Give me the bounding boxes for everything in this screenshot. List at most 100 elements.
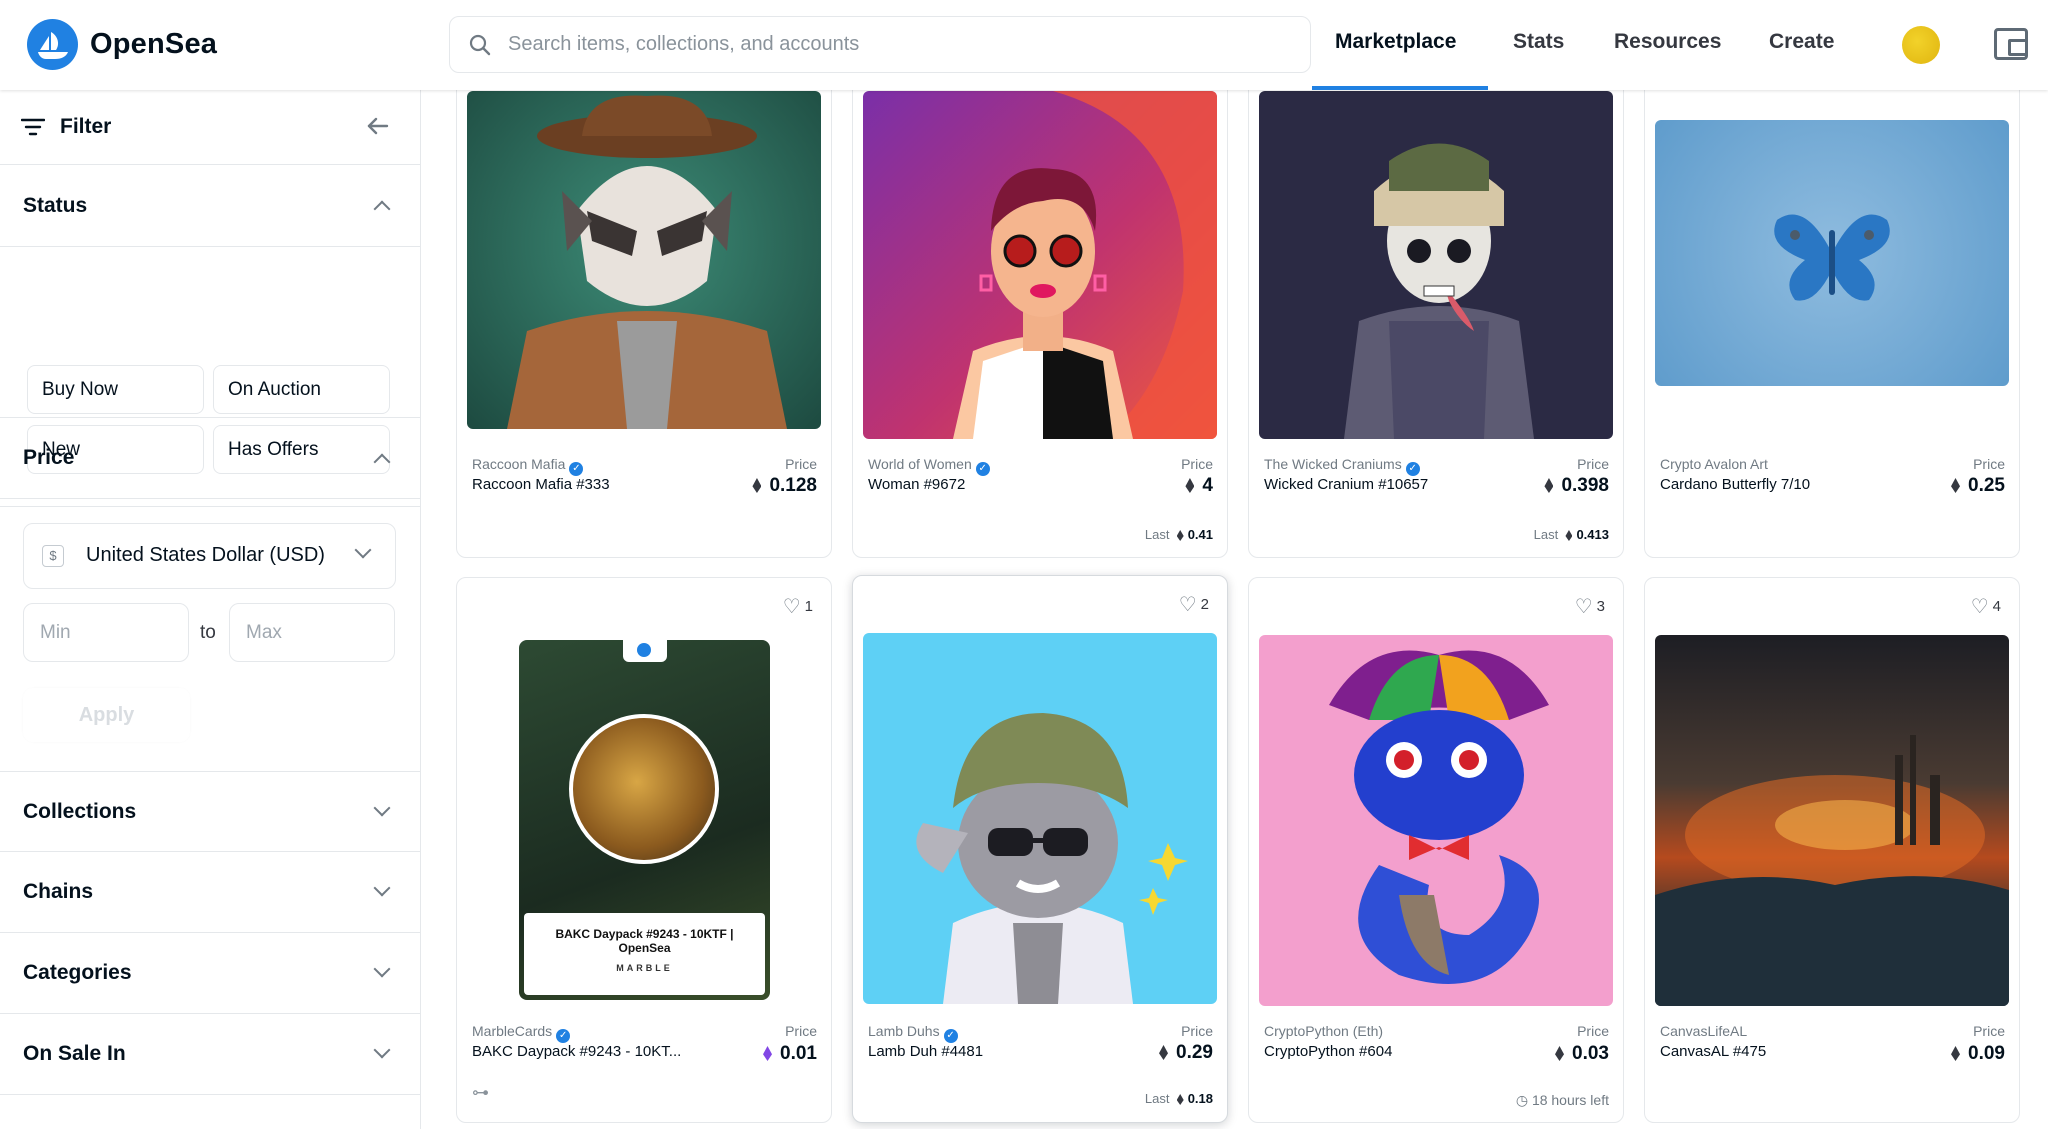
- heart-icon: ♡: [1574, 596, 1593, 618]
- collection-name[interactable]: Raccoon Mafia ✓: [472, 456, 584, 476]
- status-on-auction[interactable]: On Auction: [213, 365, 390, 414]
- price-value: 4: [1185, 475, 1213, 497]
- currency-select[interactable]: $ United States Dollar (USD): [23, 523, 396, 589]
- chevron-down-icon: [373, 960, 391, 978]
- price-title: Price: [23, 446, 75, 469]
- opensea-logo-icon[interactable]: [27, 19, 78, 70]
- filter-icon: [21, 118, 45, 136]
- item-name: Woman #9672: [868, 476, 966, 493]
- verified-badge-icon: ✓: [569, 462, 584, 476]
- brand-name[interactable]: OpenSea: [90, 28, 217, 61]
- price-value: 0.29: [1159, 1042, 1213, 1064]
- item-name: CryptoPython #604: [1264, 1043, 1393, 1060]
- polygon-eth-icon: [763, 1046, 773, 1061]
- chevron-down-icon: [373, 879, 391, 897]
- collection-name[interactable]: CryptoPython (Eth): [1264, 1023, 1383, 1039]
- clock-icon: ◷: [1515, 1092, 1532, 1108]
- collections-section-header[interactable]: Collections: [0, 771, 420, 852]
- nav-active-indicator: [1312, 86, 1488, 90]
- verified-badge-icon: ✓: [975, 462, 990, 476]
- price-label: Price: [1181, 1023, 1213, 1039]
- status-buy-now[interactable]: Buy Now: [27, 365, 204, 414]
- price-section-header[interactable]: Price: [0, 417, 420, 499]
- item-name: Raccoon Mafia #333: [472, 476, 610, 493]
- wallet-icon[interactable]: [1994, 28, 2028, 60]
- price-label: Price: [785, 1023, 817, 1039]
- collapse-arrow-icon[interactable]: [366, 114, 390, 138]
- nft-image[interactable]: [467, 91, 821, 429]
- heart-icon: ♡: [1970, 596, 1989, 618]
- price-value: 0.25: [1951, 475, 2005, 497]
- nft-card[interactable]: World of Women ✓ Woman #9672 Price 4 Last…: [852, 40, 1228, 558]
- search-input[interactable]: [508, 33, 1268, 56]
- price-value: 0.09: [1951, 1043, 2005, 1065]
- marble-card-brand: MARBLE: [616, 963, 673, 973]
- eth-icon: [1565, 530, 1573, 541]
- collection-name[interactable]: World of Women ✓: [868, 456, 990, 476]
- eth-icon: [1951, 478, 1961, 493]
- nft-image[interactable]: [1655, 635, 2009, 1006]
- nft-card[interactable]: ♡ 4 CanvasLifeAL CanvasAL #475 Price 0.09: [1644, 577, 2020, 1123]
- favorite-count[interactable]: ♡ 1: [783, 594, 813, 619]
- collection-name[interactable]: CanvasLifeAL: [1660, 1023, 1747, 1039]
- nft-card[interactable]: ♡ 2 Lamb Duhs ✓ Lamb Duh #4481 Price 0.29 …: [852, 575, 1228, 1123]
- favorite-count[interactable]: ♡ 2: [1179, 592, 1209, 617]
- heart-icon: ♡: [782, 596, 801, 618]
- status-title: Status: [23, 194, 88, 217]
- chains-title: Chains: [23, 880, 94, 903]
- price-label: Price: [785, 456, 817, 472]
- top-navbar: OpenSea Marketplace Stats Resources Crea…: [0, 0, 2048, 90]
- collection-name[interactable]: The Wicked Craniums ✓: [1264, 456, 1420, 476]
- nft-image[interactable]: [1655, 120, 2009, 386]
- item-name: Lamb Duh #4481: [868, 1043, 984, 1060]
- item-name: Wicked Cranium #10657: [1264, 476, 1429, 493]
- time-left: ◷ 18 hours left: [1515, 1092, 1609, 1108]
- price-value: 0.01: [763, 1043, 817, 1065]
- nft-card[interactable]: Crypto Avalon Art Cardano Butterfly 7/10…: [1644, 40, 2020, 558]
- marble-card-title: BAKC Daypack #9243 - 10KTF | OpenSea: [555, 927, 734, 955]
- dollar-icon: $: [42, 545, 64, 567]
- eth-icon: [1544, 478, 1554, 493]
- collections-title: Collections: [23, 800, 137, 823]
- categories-title: Categories: [23, 961, 132, 984]
- filter-header: Filter: [0, 90, 420, 165]
- nft-image[interactable]: [1259, 91, 1613, 439]
- nav-resources[interactable]: Resources: [1614, 30, 1721, 54]
- nft-card[interactable]: The Wicked Craniums ✓ Wicked Cranium #106…: [1248, 40, 1624, 558]
- nav-stats[interactable]: Stats: [1513, 30, 1564, 54]
- nft-image[interactable]: [863, 633, 1217, 1004]
- price-value: 0.398: [1544, 475, 1609, 497]
- price-max-input[interactable]: Max: [229, 603, 395, 662]
- search-bar[interactable]: [449, 16, 1311, 73]
- on-sale-in-section-header[interactable]: On Sale In: [0, 1014, 420, 1095]
- chevron-up-icon: [373, 200, 391, 218]
- nft-image[interactable]: [1259, 635, 1613, 1006]
- collection-name[interactable]: Crypto Avalon Art: [1660, 456, 1768, 472]
- nft-image[interactable]: [863, 91, 1217, 439]
- chevron-down-icon: [373, 1041, 391, 1059]
- collection-name[interactable]: Lamb Duhs ✓: [868, 1023, 958, 1043]
- favorite-count[interactable]: ♡ 4: [1971, 594, 2001, 619]
- on-sale-in-title: On Sale In: [23, 1042, 126, 1065]
- price-label: Price: [1973, 456, 2005, 472]
- status-section-header[interactable]: Status: [0, 165, 420, 247]
- price-label: Price: [1973, 1023, 2005, 1039]
- apply-button[interactable]: Apply: [23, 688, 190, 742]
- categories-section-header[interactable]: Categories: [0, 933, 420, 1014]
- chains-section-header[interactable]: Chains: [0, 852, 420, 933]
- profile-avatar[interactable]: [1902, 26, 1940, 64]
- nav-create[interactable]: Create: [1769, 30, 1834, 54]
- nft-card[interactable]: Raccoon Mafia ✓ Raccoon Mafia #333 Price …: [456, 40, 832, 558]
- filter-sidebar: Filter Status Buy Now On Auction New Has…: [0, 90, 421, 1129]
- nav-marketplace[interactable]: Marketplace: [1335, 30, 1456, 54]
- chevron-down-icon: [354, 541, 372, 559]
- price-min-input[interactable]: Min: [23, 603, 189, 662]
- eth-icon: [1185, 478, 1195, 493]
- collection-name[interactable]: MarbleCards ✓: [472, 1023, 571, 1043]
- eth-icon: [1159, 1045, 1169, 1060]
- link-icon[interactable]: ⊶: [472, 1083, 489, 1103]
- nft-image[interactable]: BAKC Daypack #9243 - 10KTF | OpenSea MAR…: [519, 640, 770, 1000]
- nft-card[interactable]: ♡ 3 CryptoPython (Eth) CryptoPython #604 …: [1248, 577, 1624, 1123]
- favorite-count[interactable]: ♡ 3: [1575, 594, 1605, 619]
- nft-card[interactable]: ♡ 1 BAKC Daypack #9243 - 10KTF | OpenSea …: [456, 577, 832, 1123]
